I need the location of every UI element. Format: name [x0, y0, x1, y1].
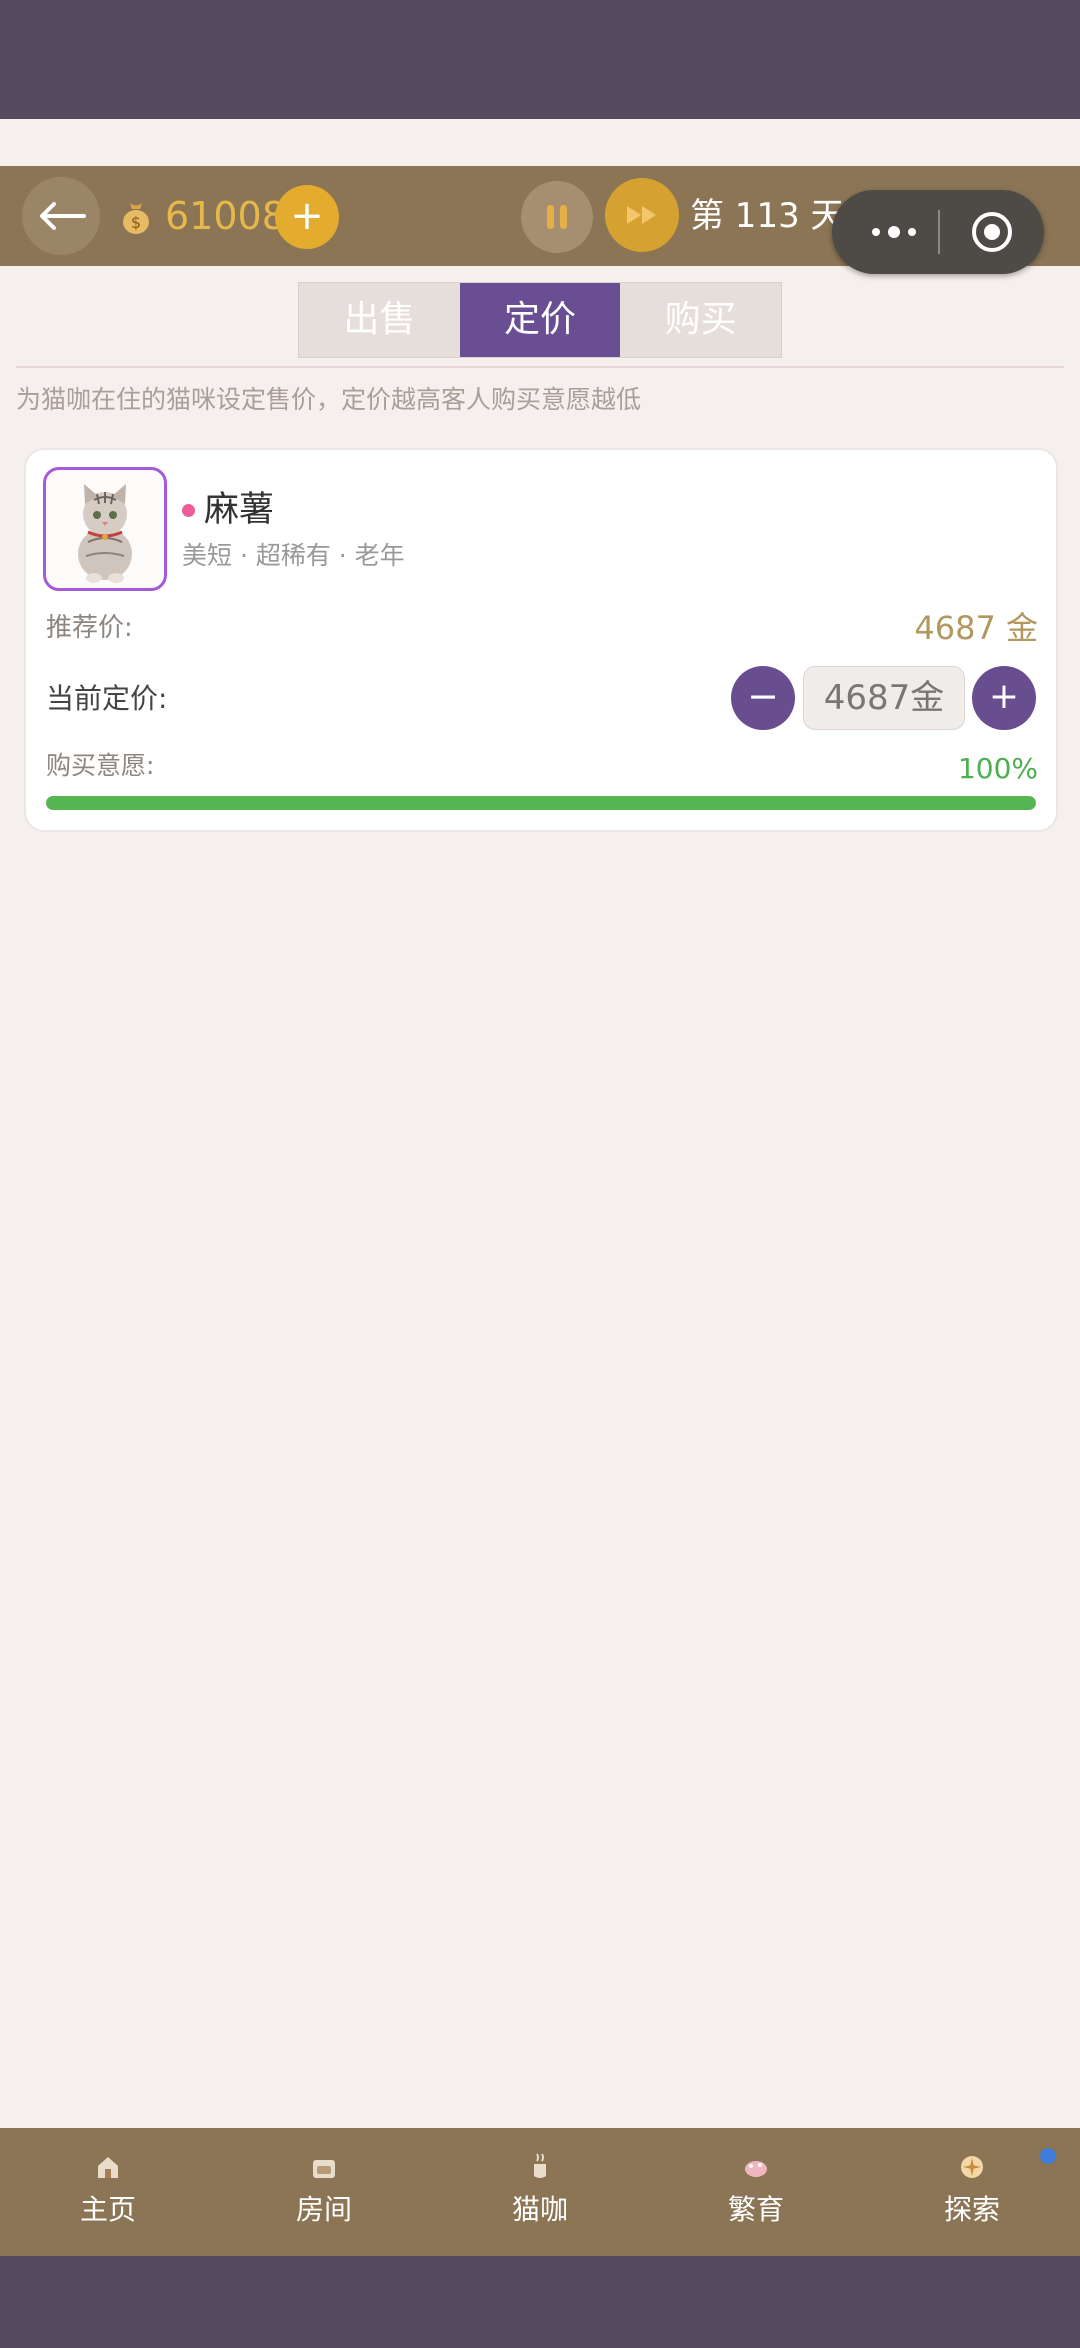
svg-text:$: $ — [131, 213, 141, 232]
more-dot-icon — [872, 228, 880, 236]
cat-portrait-icon — [78, 484, 132, 583]
divider — [16, 366, 1064, 368]
mini-program-capsule — [832, 190, 1044, 274]
nav-label: 繁育 — [727, 2193, 784, 2226]
bottom-nav: 主页 房间 猫咖 繁育 探索 — [0, 2128, 1080, 2256]
capsule-divider — [938, 210, 940, 254]
rarity-dot — [182, 504, 195, 517]
nav-item-room[interactable]: 房间 — [216, 2128, 432, 2256]
cafe-icon — [534, 2153, 546, 2178]
current-price-label: 当前定价: — [46, 682, 168, 715]
add-coins-button[interactable]: + — [275, 185, 339, 249]
nav-item-cafe[interactable]: 猫咖 — [432, 2128, 648, 2256]
nav-label: 主页 — [79, 2193, 136, 2226]
cat-avatar — [43, 467, 167, 591]
tab-sell[interactable]: 出售 — [299, 283, 460, 357]
fast-forward-icon — [627, 206, 656, 224]
nav-label: 探索 — [943, 2193, 1000, 2226]
nav-item-explore[interactable]: 探索 — [864, 2128, 1080, 2256]
more-button[interactable] — [854, 190, 934, 274]
willingness-value: 100% — [957, 752, 1038, 785]
more-dot-icon — [908, 228, 916, 236]
willingness-progress-fill — [46, 796, 1036, 810]
cat-name: 麻薯 — [204, 490, 275, 530]
decrease-price-button[interactable]: − — [731, 666, 795, 730]
pause-icon — [547, 205, 567, 229]
tab-bar: 出售 定价 购买 — [298, 282, 782, 358]
nav-item-breeding[interactable]: 繁育 — [648, 2128, 864, 2256]
pause-button[interactable] — [521, 181, 593, 253]
notification-badge — [1040, 2148, 1056, 2164]
fast-forward-button[interactable] — [605, 178, 679, 252]
home-icon — [98, 2157, 118, 2178]
nav-label: 猫咖 — [511, 2193, 568, 2226]
breeding-icon — [745, 2161, 767, 2177]
willingness-label: 购买意愿: — [46, 751, 155, 780]
close-target-icon[interactable] — [970, 210, 1014, 254]
cat-tags: 美短 · 超稀有 · 老年 — [182, 541, 405, 570]
willingness-progress-bar — [46, 796, 1036, 810]
status-bar-area — [0, 0, 1080, 119]
back-button[interactable] — [22, 177, 100, 255]
increase-price-button[interactable]: + — [972, 666, 1036, 730]
home-indicator-area — [0, 2256, 1080, 2348]
cat-pricing-card: 麻薯 美短 · 超稀有 · 老年 推荐价: 4687 金 当前定价: − 468… — [24, 448, 1058, 832]
more-dot-icon — [888, 226, 900, 238]
room-icon — [313, 2160, 335, 2178]
pricing-hint: 为猫咖在住的猫咪设定售价，定价越高客人购买意愿越低 — [16, 385, 642, 414]
price-input[interactable]: 4687金 — [803, 666, 965, 730]
recommended-price-value: 4687 金 — [914, 609, 1038, 647]
tab-pricing[interactable]: 定价 — [459, 283, 621, 357]
back-arrow-icon — [40, 202, 86, 230]
money-bag-icon: $ — [123, 203, 149, 234]
day-counter: 第 113 天 — [690, 196, 845, 236]
nav-item-home[interactable]: 主页 — [0, 2128, 216, 2256]
blank-spacer — [0, 119, 1080, 166]
recommended-price-label: 推荐价: — [46, 613, 133, 643]
tab-buy[interactable]: 购买 — [620, 283, 782, 357]
nav-label: 房间 — [295, 2193, 352, 2226]
explore-icon — [961, 2156, 983, 2178]
coin-count: 61008 — [165, 194, 286, 238]
